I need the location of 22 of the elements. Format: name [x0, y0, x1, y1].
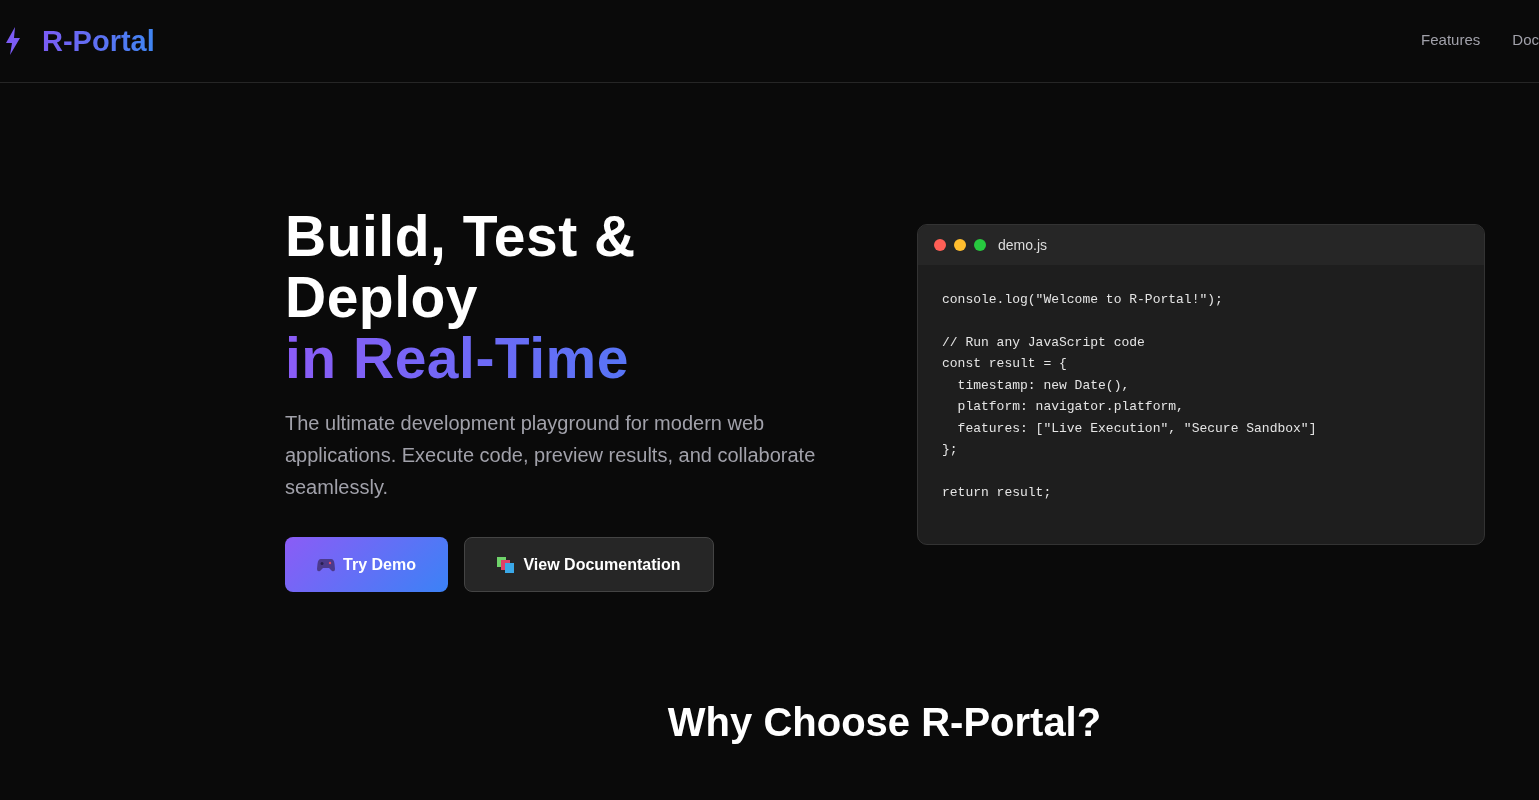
file-name: demo.js	[998, 237, 1048, 253]
code-line: const result = {	[942, 355, 1068, 373]
code-line: features: ["Live Execution", "Secure Sandbox"]	[956, 419, 1318, 438]
code-line: platform: navigator.platform,	[956, 398, 1185, 416]
close-dot-icon[interactable]	[934, 239, 946, 251]
code-line: return result;	[942, 483, 1053, 502]
lightning-icon	[5, 27, 21, 55]
minimize-dot-icon[interactable]	[954, 239, 966, 251]
section-heading: Why Choose R-Portal?	[666, 700, 1103, 745]
try-demo-button[interactable]: Try Demo	[285, 537, 448, 592]
books-icon	[497, 556, 516, 573]
code-line: // Run any JavaScript code	[942, 333, 1146, 352]
hero-description: The ultimate development playground for modern web applications. Execute code, preview results, and collaborate seamlessly.	[285, 411, 817, 500]
code-line: console.log("Welcome to R-Portal!");	[942, 291, 1224, 309]
maximize-dot-icon[interactable]	[974, 239, 986, 251]
gamepad-icon	[317, 557, 336, 572]
nav-link[interactable]: Doc	[1512, 30, 1539, 48]
nav-link[interactable]: Features	[1421, 30, 1481, 48]
documentation-button[interactable]: View Documentation	[464, 537, 714, 592]
hero-title: Build, Test & Deploy in Real-Time	[285, 206, 817, 389]
code-line: timestamp: new Date(),	[956, 376, 1131, 395]
code-line: };	[942, 441, 959, 459]
